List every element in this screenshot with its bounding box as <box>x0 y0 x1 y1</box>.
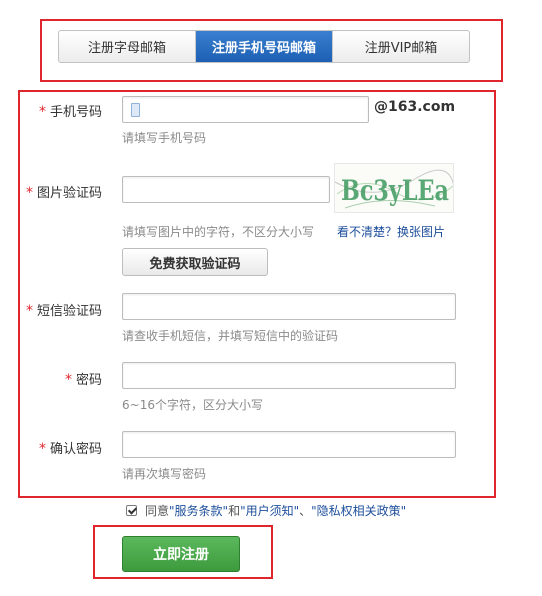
get-sms-code-button[interactable]: 免费获取验证码 <box>122 248 268 276</box>
confirm-password-input[interactable] <box>122 431 456 458</box>
agreement-checkbox[interactable] <box>126 505 137 516</box>
captcha-refresh-link[interactable]: 看不清楚？换张图片 <box>337 223 445 240</box>
tab-letter-email[interactable]: 注册字母邮箱 <box>59 31 196 62</box>
captcha-input[interactable] <box>122 176 330 203</box>
required-mark: * <box>38 104 46 120</box>
captcha-image[interactable]: Bc3yLEa <box>334 163 454 213</box>
user-notice-link[interactable]: "用户须知" <box>240 502 299 519</box>
phone-hint: 请填写手机号码 <box>122 131 207 145</box>
sms-code-input[interactable] <box>122 293 456 320</box>
privacy-policy-link[interactable]: "隐私权相关政策" <box>311 502 406 519</box>
register-submit-button[interactable]: 立即注册 <box>122 536 240 572</box>
captcha-hint: 请填写图片中的字符，不区分大小写 <box>122 225 315 239</box>
tab-vip-email[interactable]: 注册VIP邮箱 <box>333 31 469 62</box>
agreement-sep: 、 <box>299 504 312 518</box>
confirm-password-label: * 确认密码 <box>38 441 102 457</box>
sms-hint: 请查收手机短信，并填写短信中的验证码 <box>122 329 339 343</box>
email-domain-suffix: @163.com <box>374 99 456 115</box>
terms-link[interactable]: "服务条款" <box>169 502 228 519</box>
phone-label: * 手机号码 <box>38 104 102 120</box>
agreement-row: 同意 "服务条款" 和 "用户须知"、 "隐私权相关政策" <box>126 502 406 519</box>
phone-icon <box>131 103 140 117</box>
captcha-label: * 图片验证码 <box>25 185 102 201</box>
sms-label: * 短信验证码 <box>25 303 102 319</box>
password-hint: 6~16个字符，区分大小写 <box>122 398 263 412</box>
tab-mobile-email[interactable]: 注册手机号码邮箱 <box>196 31 333 62</box>
agreement-prefix: 同意 <box>145 504 170 518</box>
password-label: * 密码 <box>64 372 102 388</box>
register-type-tabs: 注册字母邮箱 注册手机号码邮箱 注册VIP邮箱 <box>58 30 470 63</box>
agreement-and: 和 <box>228 504 241 518</box>
password-input[interactable] <box>122 362 456 389</box>
captcha-noise: Bc3yLEa <box>335 169 453 209</box>
captcha-text: Bc3yLEa <box>341 174 449 207</box>
phone-input[interactable] <box>122 96 369 123</box>
confirm-password-hint: 请再次填写密码 <box>122 467 207 481</box>
